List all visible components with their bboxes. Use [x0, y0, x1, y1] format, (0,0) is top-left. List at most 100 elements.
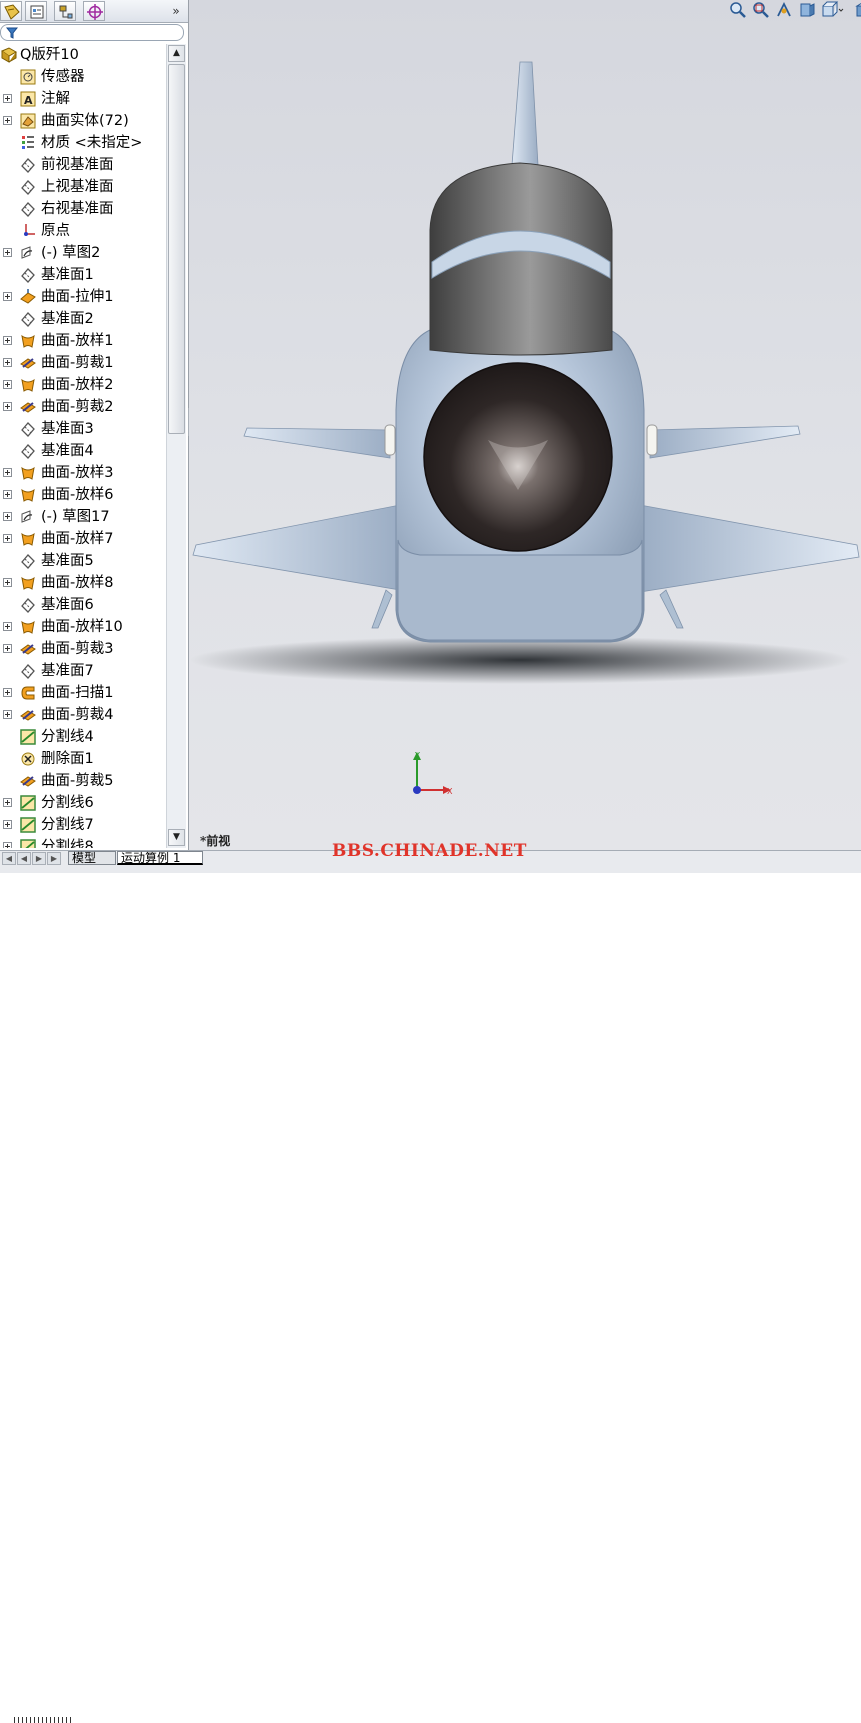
tree-item[interactable]: 分割线4: [0, 726, 166, 748]
tree-item[interactable]: 基准面5: [0, 550, 166, 572]
triad-x-label: X: [447, 787, 453, 796]
expand-plus-icon[interactable]: [3, 468, 12, 477]
expand-plus-icon[interactable]: [3, 688, 12, 697]
tree-item[interactable]: 曲面实体(72): [0, 110, 166, 132]
view-name-label: *前视: [200, 834, 231, 848]
zoom-to-area-icon[interactable]: [752, 1, 770, 19]
expand-plus-icon[interactable]: [3, 380, 12, 389]
left-ventral-fin: [371, 589, 393, 629]
tree-item-label: (-) 草图17: [41, 509, 110, 525]
tree-item[interactable]: 传感器: [0, 66, 166, 88]
expand-plus-icon[interactable]: [3, 578, 12, 587]
tree-item-label: 基准面5: [41, 553, 94, 569]
tree-item[interactable]: 曲面-剪裁3: [0, 638, 166, 660]
tree-item-label: 基准面1: [41, 267, 94, 283]
expand-plus-icon[interactable]: [3, 402, 12, 411]
surface-loft-icon: [19, 618, 37, 636]
first-tab-arrow-icon[interactable]: ◀: [2, 852, 16, 865]
tree-item[interactable]: 曲面-放样7: [0, 528, 166, 550]
expand-plus-icon[interactable]: [3, 512, 12, 521]
tree-item[interactable]: 曲面-剪裁4: [0, 704, 166, 726]
tree-item-label: 基准面7: [41, 663, 94, 679]
tree-item[interactable]: 曲面-放样6: [0, 484, 166, 506]
expand-plus-icon[interactable]: [3, 644, 12, 653]
graphics-viewport[interactable]: Y X: [189, 0, 861, 850]
tab-model[interactable]: 模型: [68, 851, 116, 865]
surface-bodies-icon: [19, 112, 37, 130]
material-icon: [19, 134, 37, 152]
expand-plus-icon[interactable]: [3, 798, 12, 807]
section-view-icon[interactable]: [798, 1, 816, 19]
scroll-down-arrow-icon[interactable]: ▼: [168, 829, 185, 846]
tab-dimxpert-manager[interactable]: [83, 1, 105, 21]
reference-triad: Y X: [413, 751, 453, 796]
tab-configuration-manager[interactable]: [54, 1, 76, 21]
tree-item[interactable]: 基准面2: [0, 308, 166, 330]
tree-item[interactable]: 基准面4: [0, 440, 166, 462]
expand-plus-icon[interactable]: [3, 358, 12, 367]
tree-item[interactable]: 曲面-放样8: [0, 572, 166, 594]
tree-vertical-scrollbar[interactable]: ▲ ▼: [166, 44, 186, 848]
tab-motion-study[interactable]: 运动算例 1: [117, 851, 203, 865]
tree-item[interactable]: 基准面7: [0, 660, 166, 682]
tree-item[interactable]: (-) 草图2: [0, 242, 166, 264]
tree-item-label: 基准面3: [41, 421, 94, 437]
tree-item[interactable]: 曲面-剪裁2: [0, 396, 166, 418]
tree-item[interactable]: 分割线6: [0, 792, 166, 814]
next-tab-arrow-icon[interactable]: ▶: [32, 852, 46, 865]
scrollbar-thumb[interactable]: [168, 64, 185, 434]
tree-item[interactable]: 原点: [0, 220, 166, 242]
surface-loft-icon: [19, 332, 37, 350]
tree-item-label: 分割线4: [41, 729, 94, 745]
expand-plus-icon[interactable]: [3, 622, 12, 631]
status-bar-grip: [14, 1717, 74, 1723]
tree-item[interactable]: 曲面-扫描1: [0, 682, 166, 704]
tree-item-label: 曲面-剪裁4: [41, 707, 114, 723]
triad-y-label: Y: [414, 751, 420, 760]
tree-item[interactable]: 曲面-放样1: [0, 330, 166, 352]
tree-item[interactable]: A 注解: [0, 88, 166, 110]
expand-plus-icon[interactable]: [3, 490, 12, 499]
tree-item[interactable]: 曲面-放样3: [0, 462, 166, 484]
tree-item-label: 曲面-拉伸1: [41, 289, 114, 305]
tree-item[interactable]: 基准面3: [0, 418, 166, 440]
tab-feature-manager[interactable]: [0, 1, 22, 21]
last-tab-arrow-icon[interactable]: ▶: [47, 852, 61, 865]
tree-item[interactable]: 曲面-剪裁1: [0, 352, 166, 374]
tree-item[interactable]: 分割线7: [0, 814, 166, 836]
tree-item[interactable]: 前视基准面: [0, 154, 166, 176]
scroll-up-arrow-icon[interactable]: ▲: [168, 45, 185, 62]
tree-item[interactable]: 右视基准面: [0, 198, 166, 220]
tree-item-label: 分割线7: [41, 817, 94, 833]
expand-plus-icon[interactable]: [3, 820, 12, 829]
view-orientation-icon[interactable]: [821, 1, 845, 19]
expand-plus-icon[interactable]: [3, 94, 12, 103]
tree-item[interactable]: 上视基准面: [0, 176, 166, 198]
tree-item[interactable]: 曲面-放样2: [0, 374, 166, 396]
tree-item[interactable]: 基准面1: [0, 264, 166, 286]
display-style-icon[interactable]: [854, 1, 861, 19]
expand-plus-icon[interactable]: [3, 842, 12, 848]
tree-item[interactable]: 曲面-剪裁5: [0, 770, 166, 792]
tree-item[interactable]: 基准面6: [0, 594, 166, 616]
aircraft-model[interactable]: [189, 0, 861, 850]
more-tabs-chevron-icon[interactable]: »: [168, 1, 184, 21]
expand-plus-icon[interactable]: [3, 534, 12, 543]
expand-plus-icon[interactable]: [3, 336, 12, 345]
tree-filter-input[interactable]: [0, 24, 184, 41]
tree-item[interactable]: 曲面-放样10: [0, 616, 166, 638]
expand-plus-icon[interactable]: [3, 710, 12, 719]
tree-item[interactable]: 删除面1: [0, 748, 166, 770]
previous-view-icon[interactable]: [775, 1, 793, 19]
prev-tab-arrow-icon[interactable]: ◀: [17, 852, 31, 865]
tab-property-manager[interactable]: [25, 1, 47, 21]
tree-root-part[interactable]: Q版歼10: [0, 44, 166, 66]
expand-plus-icon[interactable]: [3, 116, 12, 125]
tree-item[interactable]: 分割线8: [0, 836, 166, 848]
tree-item[interactable]: (-) 草图17: [0, 506, 166, 528]
tree-item[interactable]: 材质 <未指定>: [0, 132, 166, 154]
zoom-to-fit-icon[interactable]: [729, 1, 747, 19]
tree-item[interactable]: 曲面-拉伸1: [0, 286, 166, 308]
expand-plus-icon[interactable]: [3, 248, 12, 257]
expand-plus-icon[interactable]: [3, 292, 12, 301]
